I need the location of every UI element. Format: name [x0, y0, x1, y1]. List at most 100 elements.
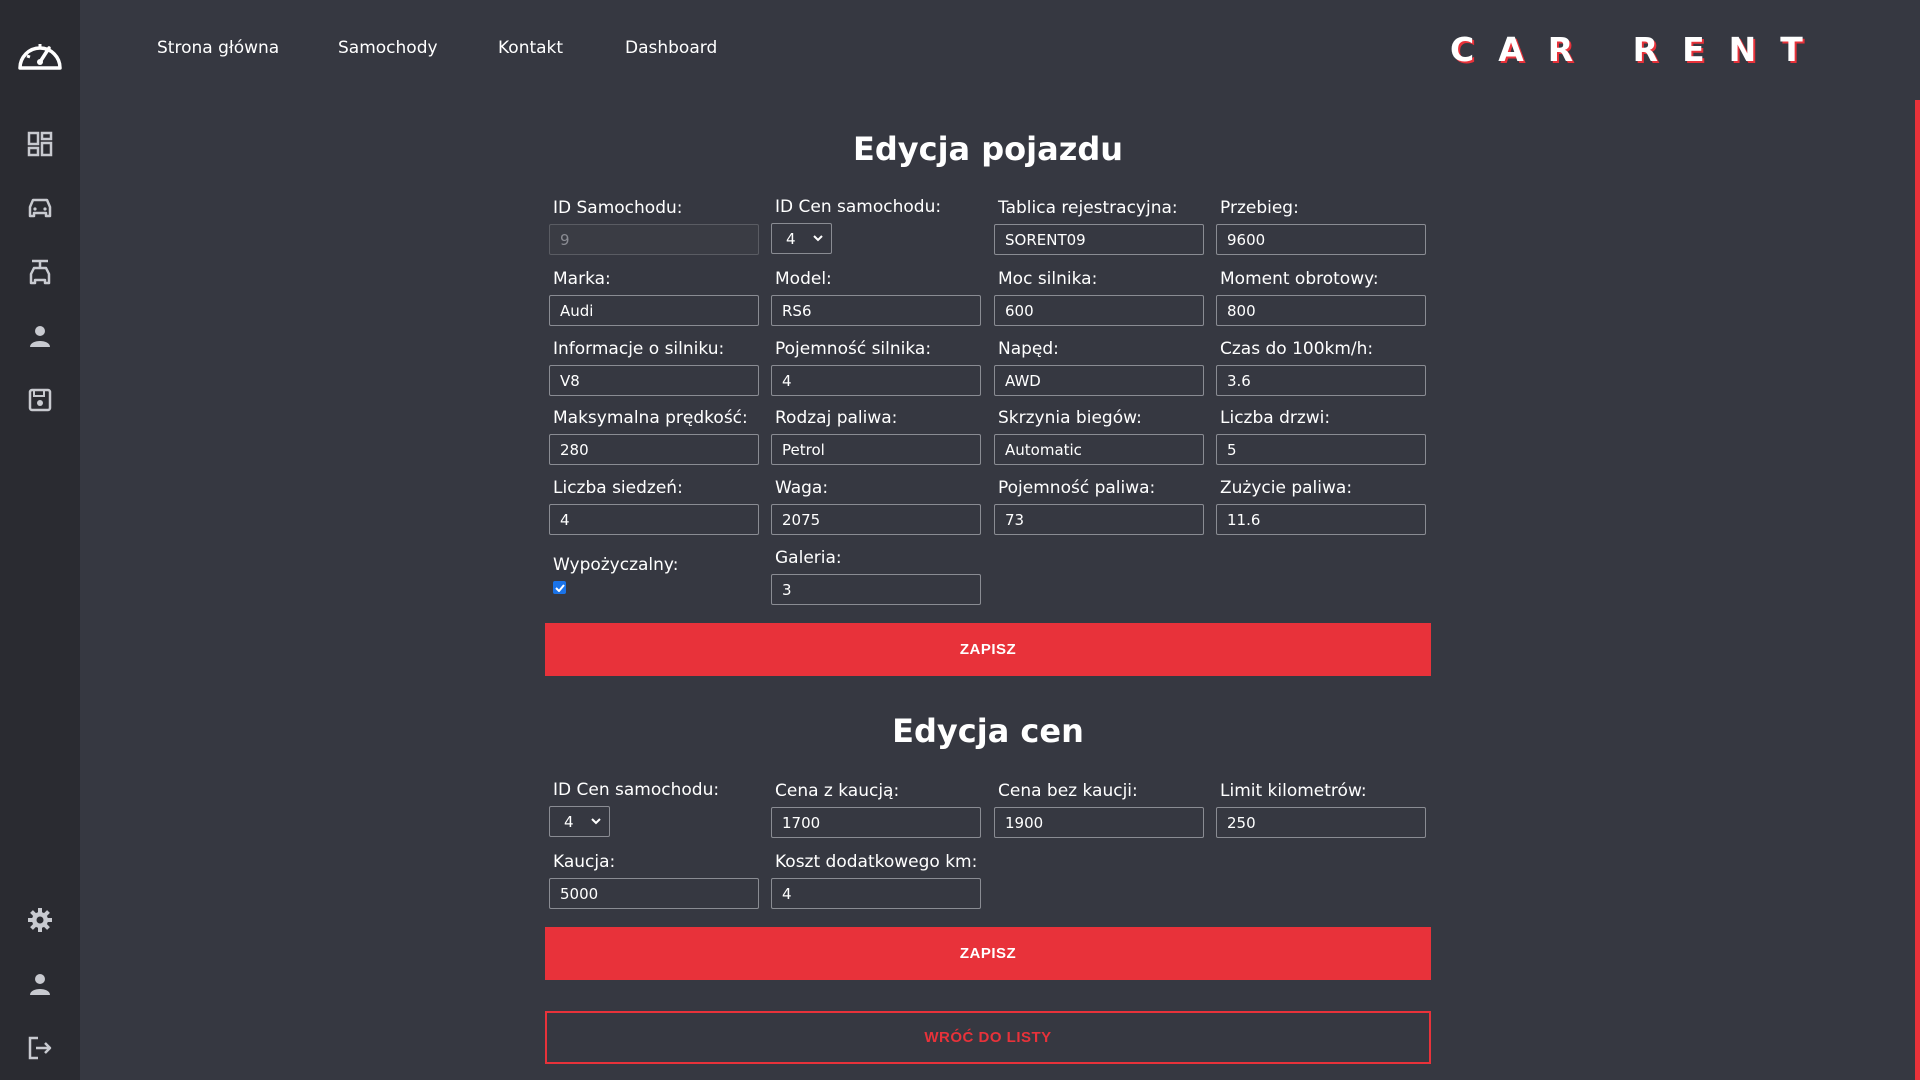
- prices-id-select[interactable]: 4: [549, 806, 610, 837]
- field-torque: Moment obrotowy:: [1216, 269, 1428, 326]
- gallery-input[interactable]: [771, 574, 981, 605]
- field-label: Liczba drzwi:: [1220, 408, 1331, 428]
- field-engine-info: Informacje o silniku:: [549, 339, 761, 396]
- brand-logo[interactable]: CAR RENT: [1450, 30, 1827, 69]
- torque-input[interactable]: [1216, 295, 1426, 326]
- nav-dashboard[interactable]: Dashboard: [625, 38, 717, 58]
- displacement-input[interactable]: [771, 365, 981, 396]
- km-limit-input[interactable]: [1216, 807, 1426, 838]
- chevron-down-icon: [591, 818, 601, 825]
- field-extra-km: Koszt dodatkowego km:: [771, 852, 983, 909]
- car-icon[interactable]: [0, 188, 80, 228]
- field-label: Marka:: [553, 269, 611, 289]
- consumption-input[interactable]: [1216, 504, 1426, 535]
- speedometer-icon[interactable]: [0, 35, 80, 75]
- field-drive: Napęd:: [994, 339, 1206, 396]
- field-car-id: ID Samochodu:: [549, 198, 761, 255]
- fuel-type-input[interactable]: [771, 434, 981, 465]
- field-label: Model:: [775, 269, 832, 289]
- field-power: Moc silnika:: [994, 269, 1206, 326]
- field-deposit: Kaucja:: [549, 852, 761, 909]
- brand-input[interactable]: [549, 295, 759, 326]
- field-label: Pojemność paliwa:: [998, 478, 1156, 498]
- field-gearbox: Skrzynia biegów:: [994, 408, 1206, 465]
- field-label: Cena z kaucją:: [775, 781, 900, 801]
- field-label: Pojemność silnika:: [775, 339, 932, 359]
- field-label: Skrzynia biegów:: [998, 408, 1142, 428]
- save-icon[interactable]: [0, 380, 80, 420]
- accel-input[interactable]: [1216, 365, 1426, 396]
- vehicle-section-title: Edycja pojazdu: [852, 130, 1124, 168]
- price-id-select[interactable]: 4: [771, 223, 832, 254]
- power-input[interactable]: [994, 295, 1204, 326]
- deposit-input[interactable]: [549, 878, 759, 909]
- model-input[interactable]: [771, 295, 981, 326]
- weight-input[interactable]: [771, 504, 981, 535]
- tank-input[interactable]: [994, 504, 1204, 535]
- extra-km-input[interactable]: [771, 878, 981, 909]
- field-label: Galeria:: [775, 548, 842, 568]
- save-prices-button[interactable]: ZAPISZ: [545, 927, 1431, 980]
- field-label: ID Samochodu:: [553, 198, 683, 218]
- field-label: Maksymalna prędkość:: [553, 408, 748, 428]
- user-icon[interactable]: [0, 316, 80, 356]
- field-label: Limit kilometrów:: [1220, 781, 1367, 801]
- nav-home[interactable]: Strona główna: [157, 38, 279, 58]
- with-deposit-input[interactable]: [771, 807, 981, 838]
- field-label: Zużycie paliwa:: [1220, 478, 1353, 498]
- account-icon[interactable]: [0, 964, 80, 1004]
- field-label: Rodzaj paliwa:: [775, 408, 898, 428]
- nav-contact[interactable]: Kontakt: [498, 38, 563, 58]
- engine-info-input[interactable]: [549, 365, 759, 396]
- field-label: Kaucja:: [553, 852, 616, 872]
- field-gallery: Galeria:: [771, 548, 983, 605]
- check-icon: [554, 583, 565, 592]
- field-brand: Marka:: [549, 269, 761, 326]
- car-id-input: [549, 224, 759, 255]
- field-rentable: Wypożyczalny:: [549, 555, 761, 594]
- top-speed-input[interactable]: [549, 434, 759, 465]
- field-without-deposit: Cena bez kaucji:: [994, 781, 1206, 838]
- field-label: Moc silnika:: [998, 269, 1098, 289]
- field-seats: Liczba siedzeń:: [549, 478, 761, 535]
- field-label: Liczba siedzeń:: [553, 478, 683, 498]
- field-label: Napęd:: [998, 339, 1059, 359]
- dashboard-icon[interactable]: [0, 124, 80, 164]
- field-km-limit: Limit kilometrów:: [1216, 781, 1428, 838]
- plate-input[interactable]: [994, 224, 1204, 255]
- scrollbar[interactable]: [1915, 100, 1920, 1080]
- field-label: Wypożyczalny:: [553, 555, 679, 575]
- gearbox-input[interactable]: [994, 434, 1204, 465]
- doors-input[interactable]: [1216, 434, 1426, 465]
- field-top-speed: Maksymalna prędkość:: [549, 408, 761, 465]
- field-label: Informacje o silniku:: [553, 339, 725, 359]
- sidebar: [0, 0, 80, 1080]
- field-label: Moment obrotowy:: [1220, 269, 1379, 289]
- logout-icon[interactable]: [0, 1028, 80, 1068]
- back-to-list-button[interactable]: WRÓĆ DO LISTY: [545, 1011, 1431, 1064]
- mileage-input[interactable]: [1216, 224, 1426, 255]
- chevron-down-icon: [813, 235, 823, 242]
- prices-section-title: Edycja cen: [892, 712, 1084, 750]
- seats-input[interactable]: [549, 504, 759, 535]
- field-label: ID Cen samochodu:: [775, 197, 942, 217]
- field-tank: Pojemność paliwa:: [994, 478, 1206, 535]
- field-plate: Tablica rejestracyjna:: [994, 198, 1206, 255]
- rentable-checkbox[interactable]: [553, 581, 566, 594]
- field-accel: Czas do 100km/h:: [1216, 339, 1428, 396]
- field-label: Przebieg:: [1220, 198, 1299, 218]
- car-rental-icon[interactable]: [0, 252, 80, 292]
- field-fuel-type: Rodzaj paliwa:: [771, 408, 983, 465]
- field-consumption: Zużycie paliwa:: [1216, 478, 1428, 535]
- field-with-deposit: Cena z kaucją:: [771, 781, 983, 838]
- nav-cars[interactable]: Samochody: [338, 38, 438, 58]
- field-model: Model:: [771, 269, 983, 326]
- settings-icon[interactable]: [0, 900, 80, 940]
- without-deposit-input[interactable]: [994, 807, 1204, 838]
- field-label: ID Cen samochodu:: [553, 780, 720, 800]
- save-vehicle-button[interactable]: ZAPISZ: [545, 623, 1431, 676]
- field-label: Czas do 100km/h:: [1220, 339, 1374, 359]
- drive-input[interactable]: [994, 365, 1204, 396]
- field-label: Waga:: [775, 478, 829, 498]
- field-displacement: Pojemność silnika:: [771, 339, 983, 396]
